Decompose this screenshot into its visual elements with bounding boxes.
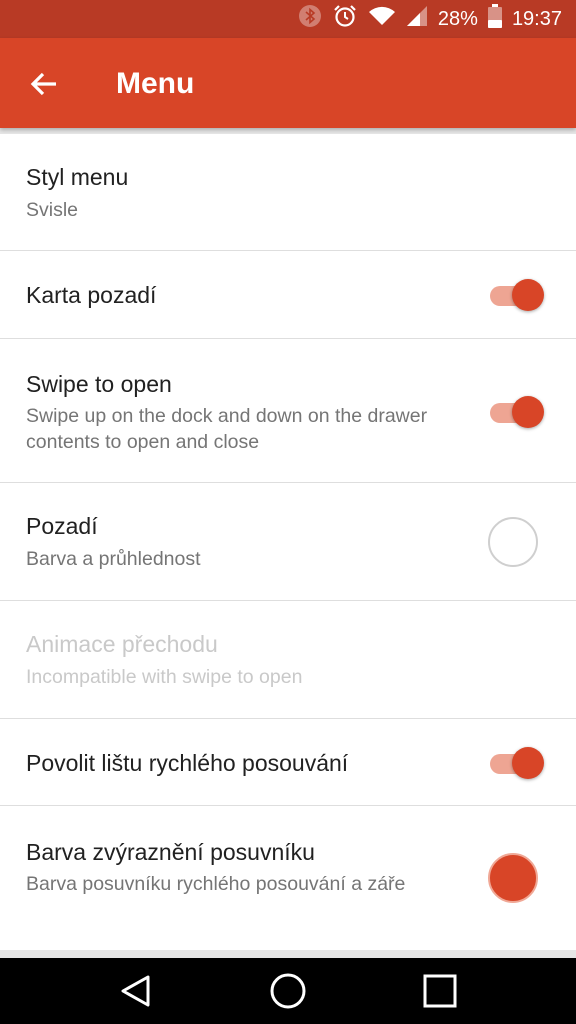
home-circle-icon xyxy=(270,973,306,1009)
navigation-bar xyxy=(0,958,576,1024)
toggle-thumb xyxy=(512,279,544,311)
status-icons: 28% 19:37 xyxy=(298,0,562,38)
alarm-icon xyxy=(332,3,358,35)
scrollbar-color-swatch[interactable] xyxy=(488,853,538,903)
setting-title: Karta pozadí xyxy=(26,282,157,308)
fast-scrollbar-toggle[interactable] xyxy=(488,744,544,780)
setting-background[interactable]: Pozadí Barva a průhlednost xyxy=(0,483,576,601)
nav-home-button[interactable] xyxy=(263,966,313,1016)
setting-summary: Svisle xyxy=(26,199,79,221)
arrow-left-icon xyxy=(30,72,56,96)
setting-summary: Swipe up on the dock and down on the dra… xyxy=(26,405,428,453)
setting-card-background[interactable]: Karta pozadí xyxy=(0,251,576,339)
status-bar: 28% 19:37 xyxy=(0,0,576,38)
back-triangle-icon xyxy=(121,975,150,1007)
setting-title: Pozadí xyxy=(26,513,98,539)
setting-title: Povolit lištu rychlého posouvání xyxy=(26,750,349,776)
setting-fast-scrollbar[interactable]: Povolit lištu rychlého posouvání xyxy=(0,719,576,806)
setting-title: Styl menu xyxy=(26,164,129,190)
clock-time: 19:37 xyxy=(511,7,562,30)
bluetooth-icon xyxy=(298,4,322,34)
settings-list: Styl menu Svisle Karta pozadí Swipe to o… xyxy=(0,134,576,950)
wifi-icon xyxy=(368,5,396,33)
setting-swipe-to-open[interactable]: Swipe to open Swipe up on the dock and d… xyxy=(0,339,576,483)
setting-title: Barva zvýraznění posuvníku xyxy=(26,839,315,865)
nav-recents-button[interactable] xyxy=(415,966,465,1016)
app-bar: Menu xyxy=(0,38,576,128)
setting-transition-animation: Animace přechodu Incompatible with swipe… xyxy=(0,601,576,719)
setting-menu-style[interactable]: Styl menu Svisle xyxy=(0,134,576,251)
recents-square-icon xyxy=(423,974,457,1008)
setting-scrollbar-color[interactable]: Barva zvýraznění posuvníku Barva posuvní… xyxy=(0,806,576,950)
battery-icon xyxy=(487,4,502,34)
setting-summary: Barva posuvníku rychlého posouvání a zář… xyxy=(26,873,406,895)
setting-title: Swipe to open xyxy=(26,371,172,397)
signal-icon xyxy=(406,5,428,33)
toggle-thumb xyxy=(512,396,544,428)
nav-back-button[interactable] xyxy=(110,966,160,1016)
toggle-thumb xyxy=(512,747,544,779)
setting-summary: Barva a průhlednost xyxy=(26,548,201,570)
back-button[interactable] xyxy=(20,60,68,108)
background-color-swatch[interactable] xyxy=(488,517,538,567)
page-title: Menu xyxy=(116,67,195,100)
swipe-to-open-toggle[interactable] xyxy=(488,393,544,429)
setting-summary: Incompatible with swipe to open xyxy=(26,666,303,688)
battery-percent: 28% xyxy=(437,7,478,30)
card-background-toggle[interactable] xyxy=(488,276,544,312)
setting-title: Animace přechodu xyxy=(26,631,218,657)
